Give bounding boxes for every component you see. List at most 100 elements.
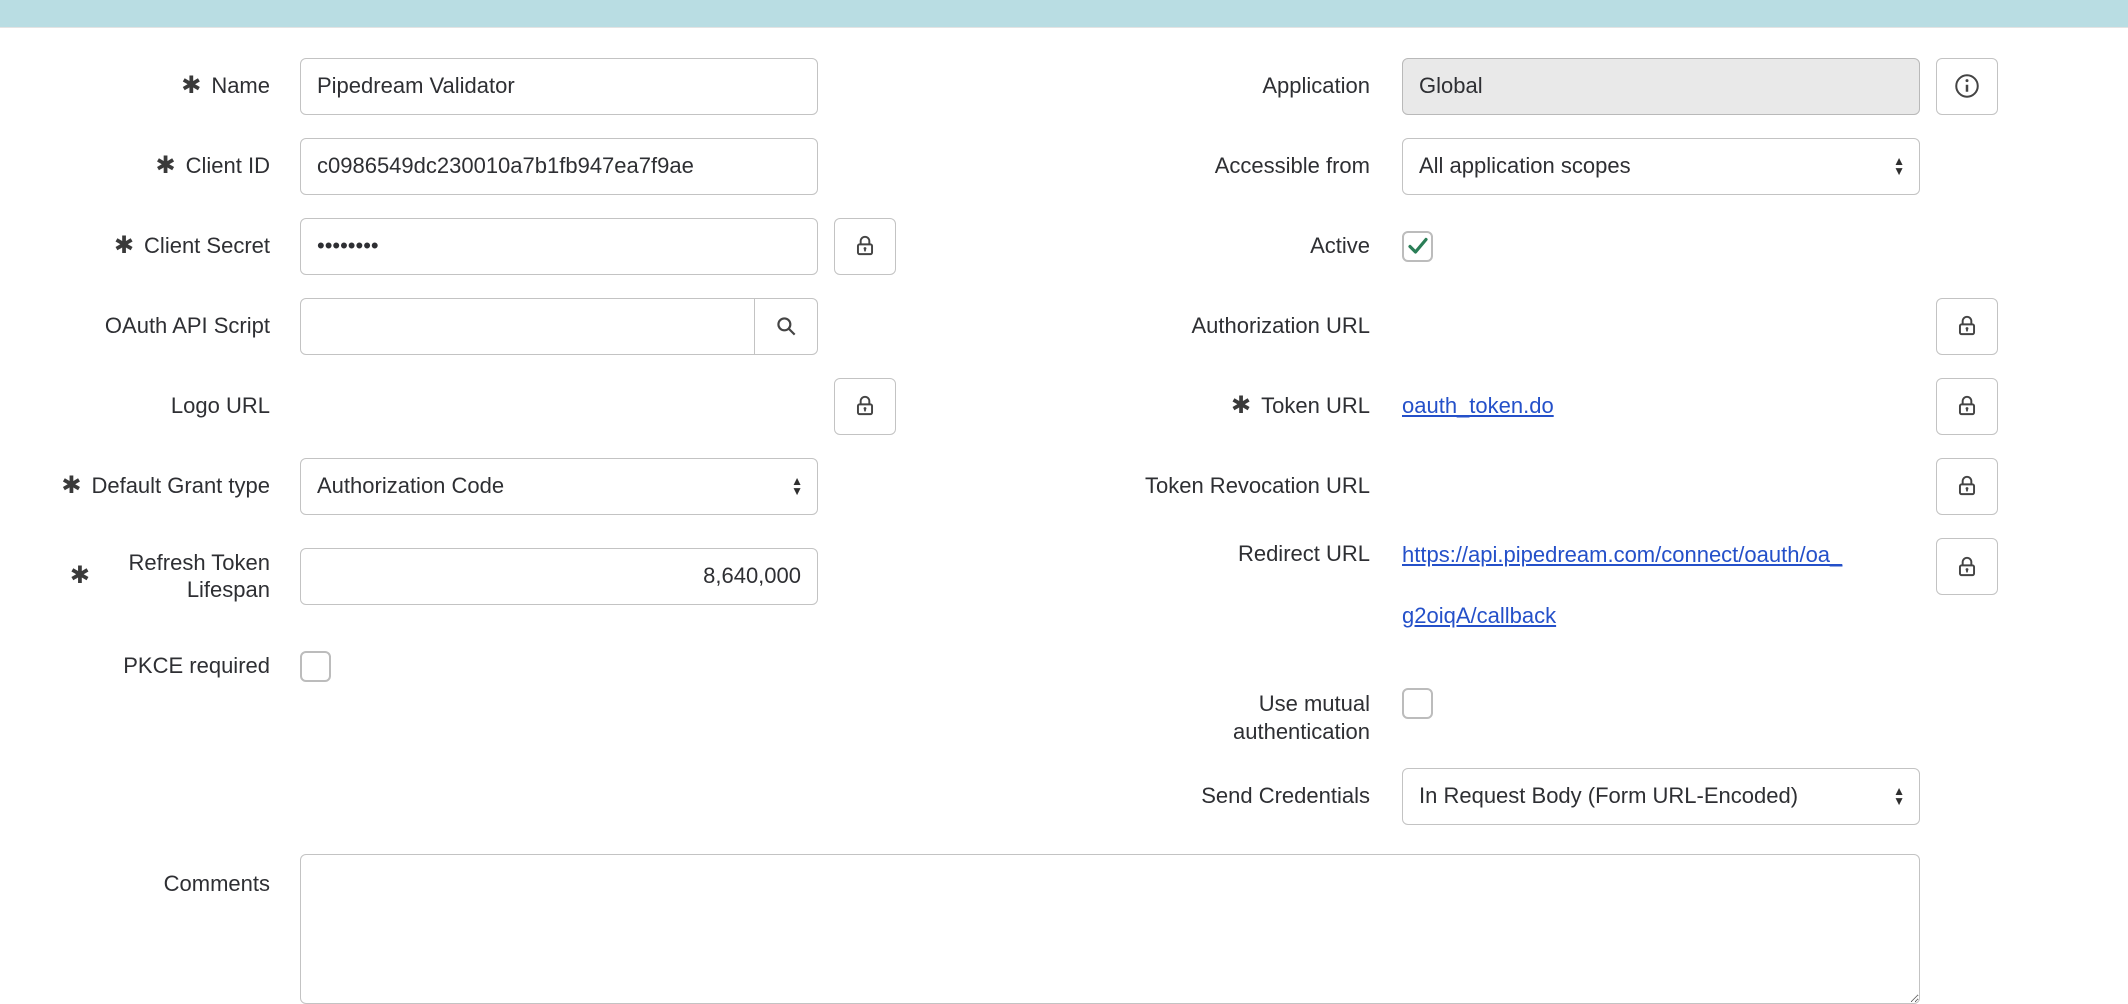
field-row-client-secret: ✱ Client Secret [0,206,896,286]
name-label: ✱ Name [0,72,270,100]
field-row-logo-url: Logo URL [0,366,896,446]
send-credentials-value: In Request Body (Form URL-Encoded) [1419,783,1798,809]
client-id-input[interactable] [300,138,818,195]
redirect-url-field: https://api.pipedream.com/connect/oauth/… [1402,526,1920,631]
accessible-from-select[interactable]: All application scopes ▲▼ [1402,138,1920,195]
application-label-text: Application [1262,72,1370,100]
client-secret-lock-button[interactable] [834,218,896,275]
logo-url-label-text: Logo URL [171,392,270,420]
field-row-accessible-from: Accessible from All application scopes ▲… [1030,126,1998,206]
redirect-url-line2: g2oiqA/callback [1402,601,1842,631]
send-credentials-select[interactable]: In Request Body (Form URL-Encoded) ▲▼ [1402,768,1920,825]
comments-label-text: Comments [164,870,270,898]
name-label-text: Name [211,72,270,100]
redirect-url-label-text: Redirect URL [1238,540,1370,568]
required-asterisk: ✱ [181,74,201,98]
token-url-lock-button[interactable] [1936,378,1998,435]
active-label-text: Active [1310,232,1370,260]
field-row-comments: Comments [0,854,2128,1004]
default-grant-type-value: Authorization Code [317,473,504,499]
client-id-label-text: Client ID [186,152,270,180]
comments-textarea[interactable] [300,854,1920,1004]
redirect-url-link[interactable]: https://api.pipedream.com/connect/oauth/… [1402,540,1842,631]
authorization-url-label: Authorization URL [1030,312,1370,340]
active-label: Active [1030,232,1370,260]
refresh-token-lifespan-label: ✱ Refresh Token Lifespan [0,549,270,604]
field-row-token-url: ✱ Token URL oauth_token.do [1030,366,1998,446]
application-info-button[interactable] [1936,58,1998,115]
field-row-active: Active [1030,206,1998,286]
client-secret-label-text: Client Secret [144,232,270,260]
accessible-from-label-text: Accessible from [1215,152,1370,180]
accessible-from-value: All application scopes [1419,153,1631,179]
oauth-api-script-label: OAuth API Script [0,312,270,340]
pkce-required-checkbox[interactable] [300,651,331,682]
form-left-column: ✱ Name ✱ Client ID ✱ Client Secret [0,46,896,836]
lock-icon [852,233,878,259]
oauth-api-script-lookup-button[interactable] [755,298,818,355]
default-grant-type-label: ✱ Default Grant type [0,472,270,500]
record-form: ✱ Name ✱ Client ID ✱ Client Secret [0,28,2128,836]
select-arrows-icon: ▲▼ [1893,156,1905,176]
field-row-client-id: ✱ Client ID [0,126,896,206]
use-mutual-authentication-label-text: Use mutual authentication [1200,690,1370,745]
default-grant-type-select[interactable]: Authorization Code ▲▼ [300,458,818,515]
field-row-redirect-url: Redirect URL https://api.pipedream.com/c… [1030,526,1998,676]
send-credentials-label-text: Send Credentials [1201,782,1370,810]
required-asterisk: ✱ [61,474,81,498]
accessible-from-label: Accessible from [1030,152,1370,180]
logo-url-label: Logo URL [0,392,270,420]
application-input [1402,58,1920,115]
redirect-url-line1: https://api.pipedream.com/connect/oauth/… [1402,540,1842,570]
field-row-send-credentials: Send Credentials In Request Body (Form U… [1030,756,1998,836]
authorization-url-lock-button[interactable] [1936,298,1998,355]
name-input[interactable] [300,58,818,115]
checkmark-icon [1406,234,1430,258]
use-mutual-authentication-label: Use mutual authentication [1030,676,1370,745]
redirect-url-label: Redirect URL [1030,526,1370,568]
pkce-required-label: PKCE required [0,652,270,680]
field-row-name: ✱ Name [0,46,896,126]
field-row-refresh-token-lifespan: ✱ Refresh Token Lifespan [0,526,896,626]
use-mutual-authentication-checkbox[interactable] [1402,688,1433,719]
refresh-token-lifespan-input[interactable] [300,548,818,605]
oauth-api-script-label-text: OAuth API Script [105,312,270,340]
required-asterisk: ✱ [70,564,90,588]
select-arrows-icon: ▲▼ [1893,786,1905,806]
required-asterisk: ✱ [156,154,176,178]
token-url-field: oauth_token.do [1402,393,1920,419]
send-credentials-label: Send Credentials [1030,782,1370,810]
lock-icon [1954,473,1980,499]
token-url-label-text: Token URL [1261,392,1370,420]
field-row-token-revocation-url: Token Revocation URL [1030,446,1998,526]
select-arrows-icon: ▲▼ [791,476,803,496]
token-revocation-url-label: Token Revocation URL [1030,472,1370,500]
search-icon [773,313,799,339]
oauth-api-script-group [300,298,818,355]
active-checkbox[interactable] [1402,231,1433,262]
token-url-link[interactable]: oauth_token.do [1402,393,1554,419]
oauth-api-script-input[interactable] [300,298,755,355]
pkce-required-label-text: PKCE required [123,652,270,680]
top-banner [0,0,2128,28]
field-row-oauth-api-script: OAuth API Script [0,286,896,366]
token-revocation-url-lock-button[interactable] [1936,458,1998,515]
field-row-application: Application [1030,46,1998,126]
application-label: Application [1030,72,1370,100]
lock-icon [852,393,878,419]
redirect-url-lock-button[interactable] [1936,538,1998,595]
field-row-pkce-required: PKCE required [0,626,896,706]
field-row-default-grant-type: ✱ Default Grant type Authorization Code … [0,446,896,526]
info-icon [1952,71,1982,101]
client-secret-label: ✱ Client Secret [0,232,270,260]
logo-url-lock-button[interactable] [834,378,896,435]
default-grant-type-label-text: Default Grant type [91,472,270,500]
required-asterisk: ✱ [114,234,134,258]
refresh-token-lifespan-label-text: Refresh Token Lifespan [100,549,270,604]
client-secret-input[interactable] [300,218,818,275]
lock-icon [1954,313,1980,339]
form-right-column: Application Accessible from All applicat… [1030,46,1998,836]
comments-label: Comments [0,854,270,898]
token-url-label: ✱ Token URL [1030,392,1370,420]
authorization-url-label-text: Authorization URL [1191,312,1370,340]
